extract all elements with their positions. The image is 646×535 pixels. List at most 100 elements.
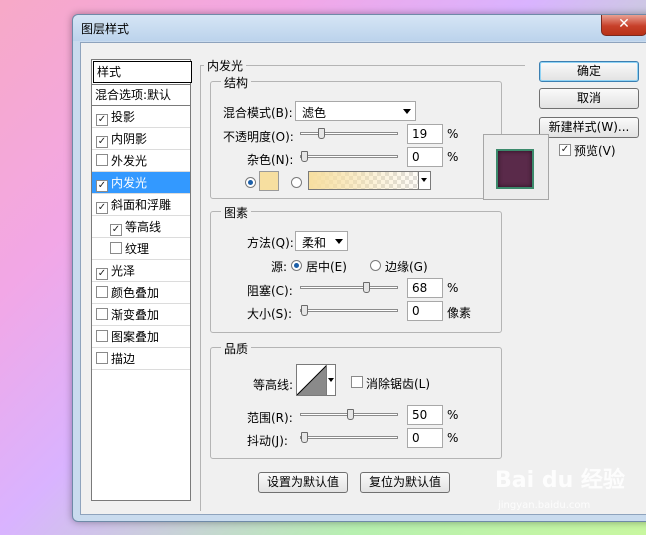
styles-header[interactable]: 样式 [93, 61, 192, 83]
size-unit: 像素 [447, 306, 472, 320]
title-bar[interactable]: 图层样式 ✕ [73, 15, 646, 41]
style-item-label: 纹理 [125, 242, 150, 256]
preview-label[interactable]: 预览(V) [574, 142, 616, 159]
chevron-down-icon [335, 239, 343, 244]
set-default-button[interactable]: 设置为默认值 [258, 472, 348, 493]
range-input[interactable]: 50 [407, 405, 443, 425]
choke-slider[interactable] [300, 282, 398, 293]
noise-input[interactable]: 0 [407, 147, 443, 167]
style-item-label: 渐变叠加 [111, 308, 160, 322]
anti-alias-checkbox[interactable] [351, 376, 363, 388]
style-item[interactable]: 描边 [92, 348, 190, 370]
glow-color-swatch[interactable] [259, 171, 279, 191]
style-item-checkbox[interactable] [96, 286, 108, 298]
style-item[interactable]: ✓ 等高线 [92, 216, 190, 238]
size-slider-thumb[interactable] [301, 305, 308, 316]
style-item-checkbox[interactable]: ✓ [96, 268, 108, 280]
gradient-picker[interactable] [308, 171, 431, 190]
noise-slider[interactable] [300, 151, 398, 162]
contour-label: 等高线: [253, 378, 294, 392]
method-label: 方法(Q): [247, 236, 294, 250]
choke-input[interactable]: 68 [407, 278, 443, 298]
style-item[interactable]: 纹理 [92, 238, 190, 260]
preview-checkbox[interactable]: ✓ [559, 144, 571, 156]
style-item[interactable]: 渐变叠加 [92, 304, 190, 326]
choke-label: 阻塞(C): [247, 284, 293, 298]
preview-swatch [496, 149, 534, 189]
style-item-checkbox[interactable] [96, 308, 108, 320]
jitter-slider-thumb[interactable] [301, 432, 308, 443]
solid-color-radio[interactable] [245, 177, 256, 188]
style-item[interactable]: ✓ 内发光 [92, 172, 190, 194]
style-item[interactable]: 外发光 [92, 150, 190, 172]
blend-mode-label: 混合模式(B): [223, 106, 293, 120]
new-style-button[interactable]: 新建样式(W)... [539, 117, 639, 138]
source-center-label[interactable]: 居中(E) [306, 258, 347, 275]
elements-group: 图素 方法(Q): 柔和 源: 居中(E) 边缘(G) 阻塞(C): 68 % … [210, 204, 502, 333]
style-item[interactable]: 颜色叠加 [92, 282, 190, 304]
jitter-slider[interactable] [300, 432, 398, 443]
style-item[interactable]: ✓ 投影 [92, 106, 190, 128]
style-item-label: 图案叠加 [111, 330, 160, 344]
style-item-checkbox[interactable] [110, 242, 122, 254]
jitter-input[interactable]: 0 [407, 428, 443, 448]
window-title: 图层样式 [81, 22, 130, 36]
contour-picker[interactable] [296, 364, 336, 396]
style-item-checkbox[interactable]: ✓ [96, 202, 108, 214]
choke-slider-thumb[interactable] [362, 282, 370, 293]
style-item-label: 斜面和浮雕 [111, 198, 172, 212]
chevron-down-icon [403, 109, 411, 114]
choke-percent: % [447, 281, 459, 295]
blend-options-item[interactable]: 混合选项:默认 [92, 84, 190, 106]
style-item-label: 颜色叠加 [111, 286, 160, 300]
range-slider[interactable] [300, 409, 398, 420]
structure-group: 结构 混合模式(B): 滤色 不透明度(O): 19 % 杂色(N): 0 % [210, 74, 502, 199]
source-center-radio[interactable] [291, 260, 302, 271]
style-preview [483, 134, 549, 200]
opacity-input[interactable]: 19 [407, 124, 443, 144]
style-item-checkbox[interactable] [96, 330, 108, 342]
style-item-checkbox[interactable]: ✓ [96, 136, 108, 148]
size-input[interactable]: 0 [407, 301, 443, 321]
opacity-slider-thumb[interactable] [318, 128, 326, 139]
size-slider[interactable] [300, 305, 398, 316]
elements-title: 图素 [221, 204, 252, 221]
style-item-label: 投影 [111, 110, 136, 124]
noise-percent: % [447, 150, 459, 164]
style-item-checkbox[interactable] [96, 154, 108, 166]
gradient-radio[interactable] [291, 177, 302, 188]
structure-title: 结构 [221, 74, 252, 91]
style-item[interactable]: 图案叠加 [92, 326, 190, 348]
quality-group: 品质 等高线: 消除锯齿(L) 范围(R): 50 % 抖动(J): 0 % [210, 340, 502, 459]
style-item[interactable]: ✓ 光泽 [92, 260, 190, 282]
close-button[interactable]: ✕ [601, 15, 646, 36]
style-item-label: 外发光 [111, 154, 148, 168]
noise-slider-thumb[interactable] [301, 151, 308, 162]
blend-mode-select[interactable]: 滤色 [295, 101, 416, 121]
style-item-label: 等高线 [125, 220, 162, 234]
style-item-checkbox[interactable]: ✓ [96, 114, 108, 126]
watermark-logo: Bai du 经验 [495, 468, 625, 493]
inner-glow-panel: 内发光 结构 混合模式(B): 滤色 不透明度(O): 19 % 杂色(N): [200, 57, 525, 511]
opacity-slider[interactable] [300, 128, 398, 139]
source-label: 源: [271, 260, 288, 274]
gradient-dropdown[interactable] [418, 172, 430, 189]
anti-alias-label[interactable]: 消除锯齿(L) [366, 375, 430, 392]
size-label: 大小(S): [247, 307, 293, 321]
contour-dropdown[interactable] [326, 365, 335, 395]
style-item[interactable]: ✓ 斜面和浮雕 [92, 194, 190, 216]
range-percent: % [447, 408, 459, 422]
chevron-down-icon [328, 378, 334, 382]
watermark-url: jingyan.baidu.com [498, 500, 591, 511]
method-select[interactable]: 柔和 [295, 231, 348, 251]
style-item[interactable]: ✓ 内阴影 [92, 128, 190, 150]
reset-default-button[interactable]: 复位为默认值 [360, 472, 450, 493]
source-edge-radio[interactable] [370, 260, 381, 271]
style-item-checkbox[interactable]: ✓ [110, 224, 122, 236]
style-item-checkbox[interactable]: ✓ [96, 180, 108, 192]
cancel-button[interactable]: 取消 [539, 88, 639, 109]
source-edge-label[interactable]: 边缘(G) [385, 258, 428, 275]
range-slider-thumb[interactable] [346, 409, 354, 420]
ok-button[interactable]: 确定 [539, 61, 639, 82]
style-item-checkbox[interactable] [96, 352, 108, 364]
